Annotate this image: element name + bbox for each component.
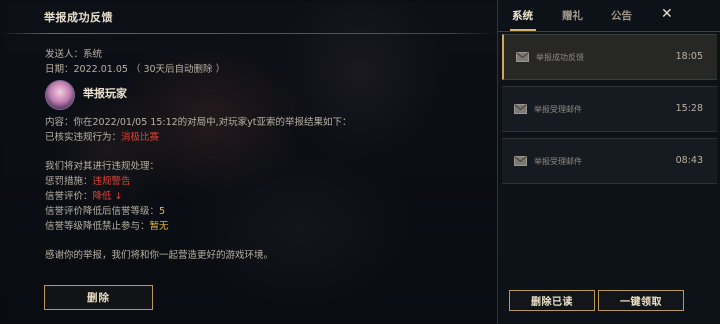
- mail-time: 08:43: [675, 155, 703, 166]
- ban-value: 暂无: [149, 221, 169, 232]
- date-label: 日期：: [45, 64, 74, 75]
- tab-announcement[interactable]: 公告: [611, 8, 632, 23]
- mail-subject: 举报成功反馈: [536, 53, 584, 62]
- mail-title: 举报成功反馈: [44, 11, 113, 24]
- ban-row: 信誉等级降低禁止参与：暂无: [45, 218, 169, 232]
- credit-label: 信誉评价：: [45, 191, 93, 202]
- mail-item[interactable]: 举报受理邮件 08:43: [502, 138, 717, 184]
- mail-item[interactable]: 举报成功反馈 18:05: [502, 34, 717, 80]
- active-tab-indicator: [510, 29, 536, 31]
- tab-gift[interactable]: 赠礼: [562, 8, 583, 23]
- level-row: 信誉评价降低后信誉等级：5: [45, 203, 165, 217]
- tab-system[interactable]: 系统: [512, 8, 533, 23]
- level-value: 5: [159, 206, 166, 217]
- punish-intro: 我们将对其进行违规处理：: [45, 161, 160, 172]
- date-row: 日期：2022.01.05 （ 30天后自动删除 ）: [45, 61, 225, 75]
- credit-value: 降低 ↓: [92, 191, 123, 202]
- level-label: 信誉评价降低后信誉等级：: [45, 206, 160, 217]
- mail-time: 15:28: [675, 103, 703, 114]
- mail-subject: 举报受理邮件: [534, 157, 582, 166]
- violation-label: 已核实违规行为：: [45, 132, 122, 143]
- sender-name: 举报玩家: [83, 87, 127, 100]
- mail-list-panel: 系统 赠礼 公告 ✕ 举报成功反馈 18:05 举报受理邮件 15:28 举报受…: [497, 0, 720, 324]
- sender-row: 发送人：系统: [45, 46, 102, 60]
- violation-value: 消极比赛: [121, 132, 160, 143]
- ban-label: 信誉等级降低禁止参与：: [45, 221, 150, 232]
- penalty-row: 惩罚措施：违规警告: [45, 173, 131, 187]
- title-divider: [0, 33, 497, 34]
- avatar: [45, 80, 75, 110]
- penalty-label: 惩罚措施：: [45, 176, 93, 187]
- mail-time: 18:05: [675, 51, 703, 62]
- mail-item[interactable]: 举报受理邮件 15:28: [502, 86, 717, 132]
- date-value: 2022.01.05: [73, 64, 128, 75]
- sender-label: 发送人：: [45, 49, 84, 60]
- envelope-icon: [514, 104, 527, 114]
- thanks-text: 感谢你的举报，我们将和你一起营造更好的游戏环境。: [45, 250, 274, 261]
- mail-detail-panel: 举报成功反馈 发送人：系统 日期：2022.01.05 （ 30天后自动删除 ）…: [0, 0, 497, 324]
- close-icon[interactable]: ✕: [661, 6, 673, 22]
- content-line: 内容：你在2022/01/05 15:12的对局中,对玩家yt亚索的举报结果如下…: [45, 117, 352, 128]
- mail-subject: 举报受理邮件: [534, 105, 582, 114]
- envelope-icon: [516, 52, 529, 62]
- envelope-icon: [514, 156, 527, 166]
- credit-row: 信誉评价：降低 ↓: [45, 188, 123, 202]
- mail-screen: 举报成功反馈 发送人：系统 日期：2022.01.05 （ 30天后自动删除 ）…: [0, 0, 720, 324]
- penalty-value: 违规警告: [92, 176, 131, 187]
- claim-all-button[interactable]: 一键领取: [598, 290, 684, 311]
- delete-button[interactable]: 删除: [44, 285, 153, 310]
- violation-row: 已核实违规行为：消极比赛: [45, 129, 159, 143]
- delete-read-button[interactable]: 删除已读: [509, 290, 595, 311]
- tab-bar: 系统 赠礼 公告 ✕: [498, 0, 720, 32]
- date-note: （ 30天后自动删除 ）: [130, 64, 226, 75]
- sender-value: 系统: [83, 49, 103, 60]
